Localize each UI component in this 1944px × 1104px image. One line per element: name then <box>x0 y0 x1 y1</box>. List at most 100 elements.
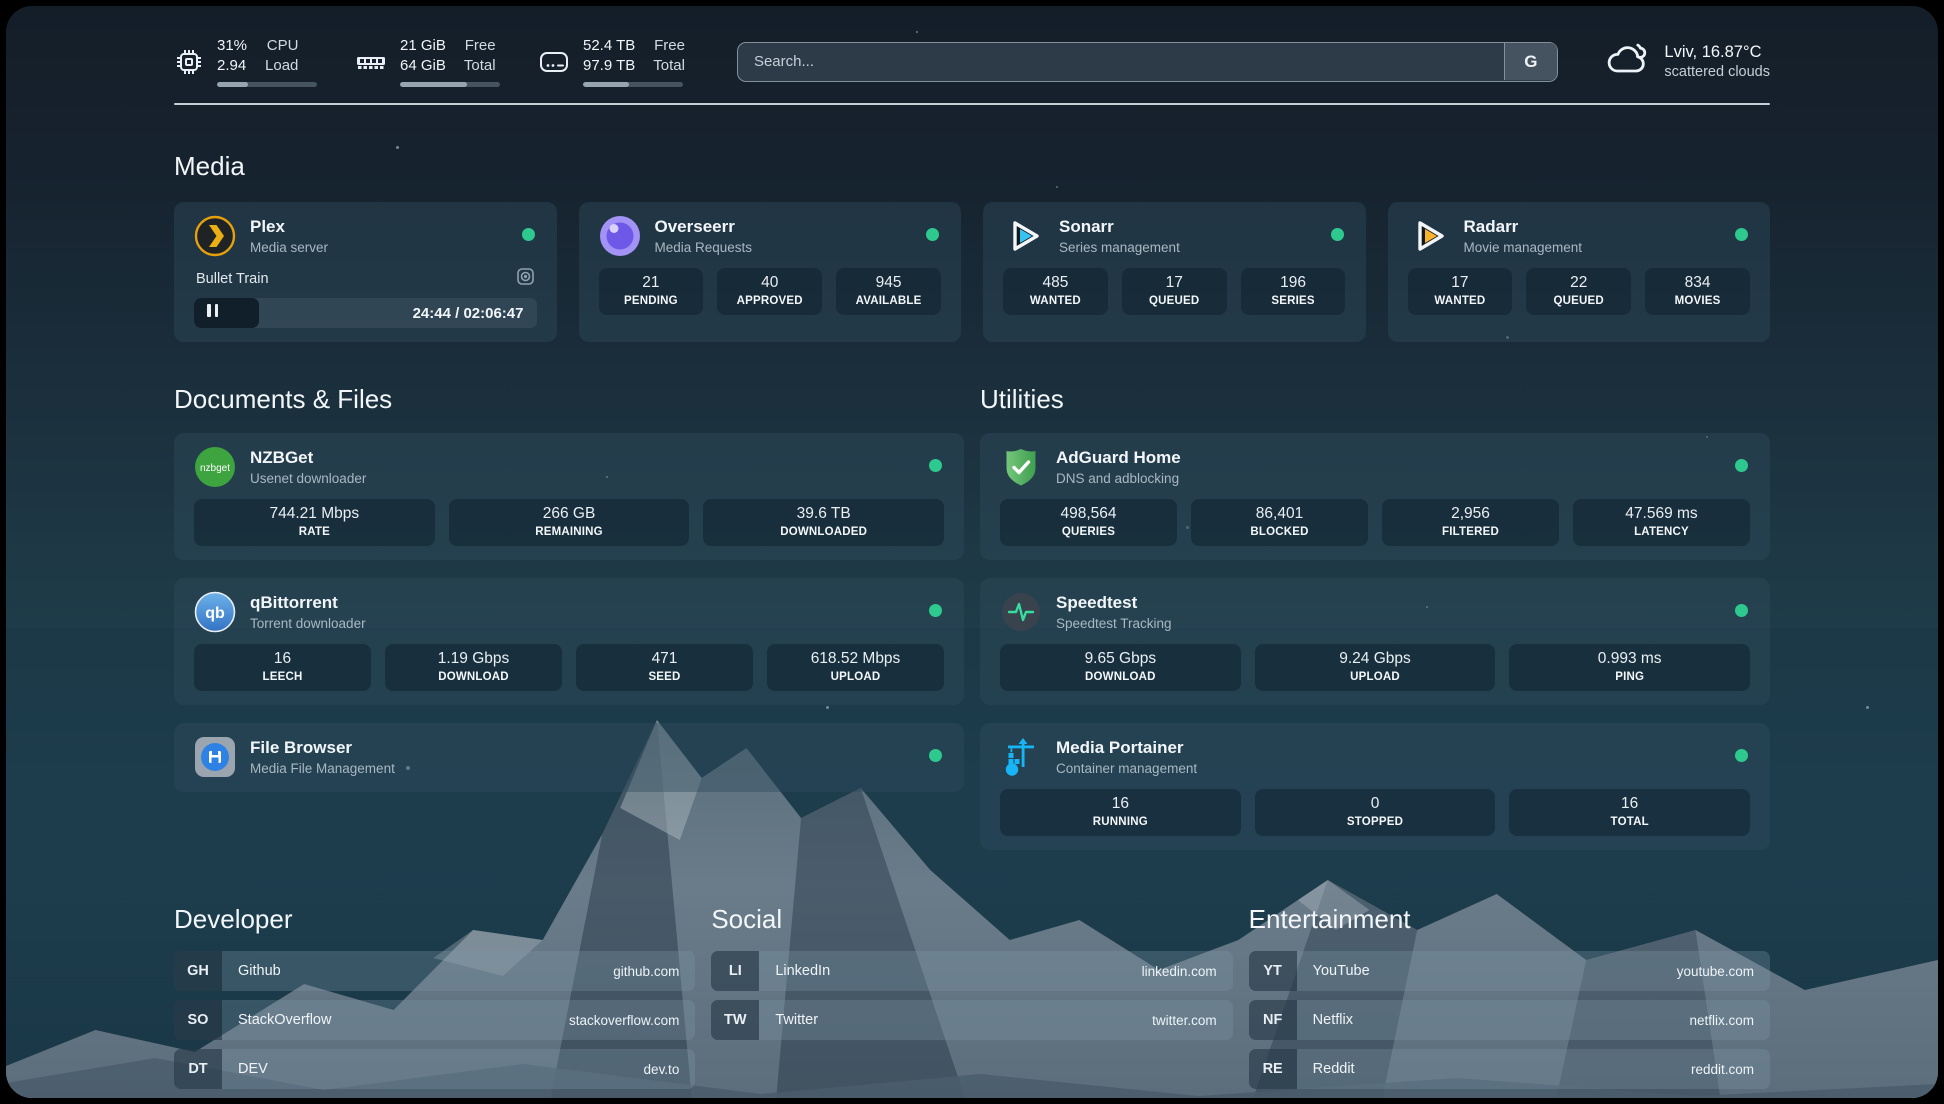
bookmark-url: github.com <box>613 964 695 979</box>
bookmark-abbr: LI <box>711 951 759 991</box>
stat-running: 16RUNNING <box>1000 789 1241 836</box>
disk-free-value: 52.4 TB <box>583 36 635 56</box>
stat-queued: 22QUEUED <box>1526 268 1631 315</box>
status-dot <box>929 459 942 472</box>
adguard-icon <box>1000 446 1042 488</box>
search-provider-button[interactable]: G <box>1504 43 1557 80</box>
service-name: Speedtest <box>1056 593 1172 613</box>
service-card-plex[interactable]: Plex Media server Bullet Train <box>174 202 557 342</box>
status-dot <box>1735 228 1748 241</box>
bookmark-url: linkedin.com <box>1142 964 1233 979</box>
service-desc: Media File Management <box>250 761 395 776</box>
status-dot <box>929 749 942 762</box>
bookmark-name: StackOverflow <box>222 1012 331 1028</box>
cpu-progress-track <box>217 82 317 87</box>
service-name: Overseerr <box>655 217 753 237</box>
social-bookmarks: LI LinkedIn linkedin.com TW Twitter twit… <box>711 951 1232 1040</box>
ram-icon <box>355 47 387 77</box>
weather-widget[interactable]: Lviv, 16.87°C scattered clouds <box>1604 41 1770 83</box>
documents-column: nzbget NZBGet Usenet downloader 744.21 M… <box>174 433 964 792</box>
bookmark-youtube[interactable]: YT YouTube youtube.com <box>1249 951 1770 991</box>
bookmark-abbr: SO <box>174 1000 222 1040</box>
section-title-developer: Developer <box>174 904 695 935</box>
service-card-qbittorrent[interactable]: qb qBittorrent Torrent downloader 16LEEC… <box>174 578 964 705</box>
service-desc: Media Requests <box>655 240 753 255</box>
session-icon <box>516 267 535 290</box>
bookmark-abbr: TW <box>711 1000 759 1040</box>
service-card-nzbget[interactable]: nzbget NZBGet Usenet downloader 744.21 M… <box>174 433 964 560</box>
service-card-sonarr[interactable]: Sonarr Series management 485WANTED 17QUE… <box>983 202 1366 342</box>
bookmark-dev[interactable]: DT DEV dev.to <box>174 1049 695 1089</box>
svg-text:qb: qb <box>205 605 225 622</box>
bookmark-url: reddit.com <box>1691 1062 1770 1077</box>
service-name: qBittorrent <box>250 593 366 613</box>
bookmark-name: Twitter <box>759 1012 818 1028</box>
bookmark-linkedin[interactable]: LI LinkedIn linkedin.com <box>711 951 1232 991</box>
now-playing-title: Bullet Train <box>196 271 269 287</box>
service-name: AdGuard Home <box>1056 448 1181 468</box>
bookmark-name: Github <box>222 963 281 979</box>
status-dot <box>1735 604 1748 617</box>
service-desc: Speedtest Tracking <box>1056 616 1172 631</box>
plex-now-playing: Bullet Train 24:44 / 02:06:47 <box>194 267 537 328</box>
stat-upload: 9.24 GbpsUPLOAD <box>1255 644 1496 691</box>
stat-latency: 47.569 msLATENCY <box>1573 499 1750 546</box>
bookmark-name: Reddit <box>1297 1061 1355 1077</box>
ram-free-value: 21 GiB <box>400 36 446 56</box>
stat-wanted: 17WANTED <box>1408 268 1513 315</box>
service-name: File Browser <box>250 738 395 758</box>
service-name: NZBGet <box>250 448 366 468</box>
filebrowser-icon <box>194 736 236 778</box>
cpu-progress-fill <box>217 82 248 87</box>
header-divider <box>174 103 1770 105</box>
bookmark-stackoverflow[interactable]: SO StackOverflow stackoverflow.com <box>174 1000 695 1040</box>
bookmark-abbr: RE <box>1249 1049 1297 1089</box>
cloud-icon <box>1604 41 1650 82</box>
service-card-radarr[interactable]: Radarr Movie management 17WANTED 22QUEUE… <box>1388 202 1771 342</box>
stat-remaining: 266 GBREMAINING <box>449 499 690 546</box>
status-dot <box>522 228 535 241</box>
bookmark-abbr: DT <box>174 1049 222 1089</box>
cpu-usage-value: 31% <box>217 36 247 56</box>
pause-icon[interactable] <box>207 304 222 322</box>
plex-icon <box>194 215 236 257</box>
sonarr-icon <box>1003 215 1045 257</box>
entertainment-bookmarks: YT YouTube youtube.com NF Netflix netfli… <box>1249 951 1770 1089</box>
stat-download: 9.65 GbpsDOWNLOAD <box>1000 644 1241 691</box>
service-name: Sonarr <box>1059 217 1180 237</box>
playback-time: 24:44 / 02:06:47 <box>413 305 537 322</box>
service-card-speedtest[interactable]: Speedtest Speedtest Tracking 9.65 GbpsDO… <box>980 578 1770 705</box>
stat-wanted: 485WANTED <box>1003 268 1108 315</box>
section-title-entertainment: Entertainment <box>1249 904 1770 935</box>
developer-bookmarks: GH Github github.com SO StackOverflow st… <box>174 951 695 1089</box>
stat-pending: 21PENDING <box>599 268 704 315</box>
bookmark-reddit[interactable]: RE Reddit reddit.com <box>1249 1049 1770 1089</box>
portainer-icon <box>1000 736 1042 778</box>
service-desc: Movie management <box>1464 240 1583 255</box>
bookmark-netflix[interactable]: NF Netflix netflix.com <box>1249 1000 1770 1040</box>
utilities-column: AdGuard Home DNS and adblocking 498,564Q… <box>980 433 1770 850</box>
service-name: Media Portainer <box>1056 738 1197 758</box>
top-bar: 31% 2.94 CPU Load <box>6 6 1938 87</box>
service-card-overseerr[interactable]: Overseerr Media Requests 21PENDING 40APP… <box>579 202 962 342</box>
service-card-portainer[interactable]: Media Portainer Container management 16R… <box>980 723 1770 850</box>
stat-download: 1.19 GbpsDOWNLOAD <box>385 644 562 691</box>
stat-available: 945AVAILABLE <box>836 268 941 315</box>
service-card-filebrowser[interactable]: File Browser Media File Management <box>174 723 964 792</box>
status-dot <box>929 604 942 617</box>
stat-blocked: 86,401BLOCKED <box>1191 499 1368 546</box>
stat-stopped: 0STOPPED <box>1255 789 1496 836</box>
disk-progress-fill <box>583 82 629 87</box>
bookmark-twitter[interactable]: TW Twitter twitter.com <box>711 1000 1232 1040</box>
service-desc: Series management <box>1059 240 1180 255</box>
search-input[interactable] <box>737 42 1558 82</box>
bookmark-url: twitter.com <box>1152 1013 1233 1028</box>
ram-free-label: Free <box>464 36 496 56</box>
section-title-social: Social <box>711 904 1232 935</box>
bookmark-github[interactable]: GH Github github.com <box>174 951 695 991</box>
ram-progress-track <box>400 82 500 87</box>
search-bar: G <box>737 42 1558 82</box>
service-card-adguard[interactable]: AdGuard Home DNS and adblocking 498,564Q… <box>980 433 1770 560</box>
service-desc: Usenet downloader <box>250 471 366 486</box>
service-desc: DNS and adblocking <box>1056 471 1181 486</box>
